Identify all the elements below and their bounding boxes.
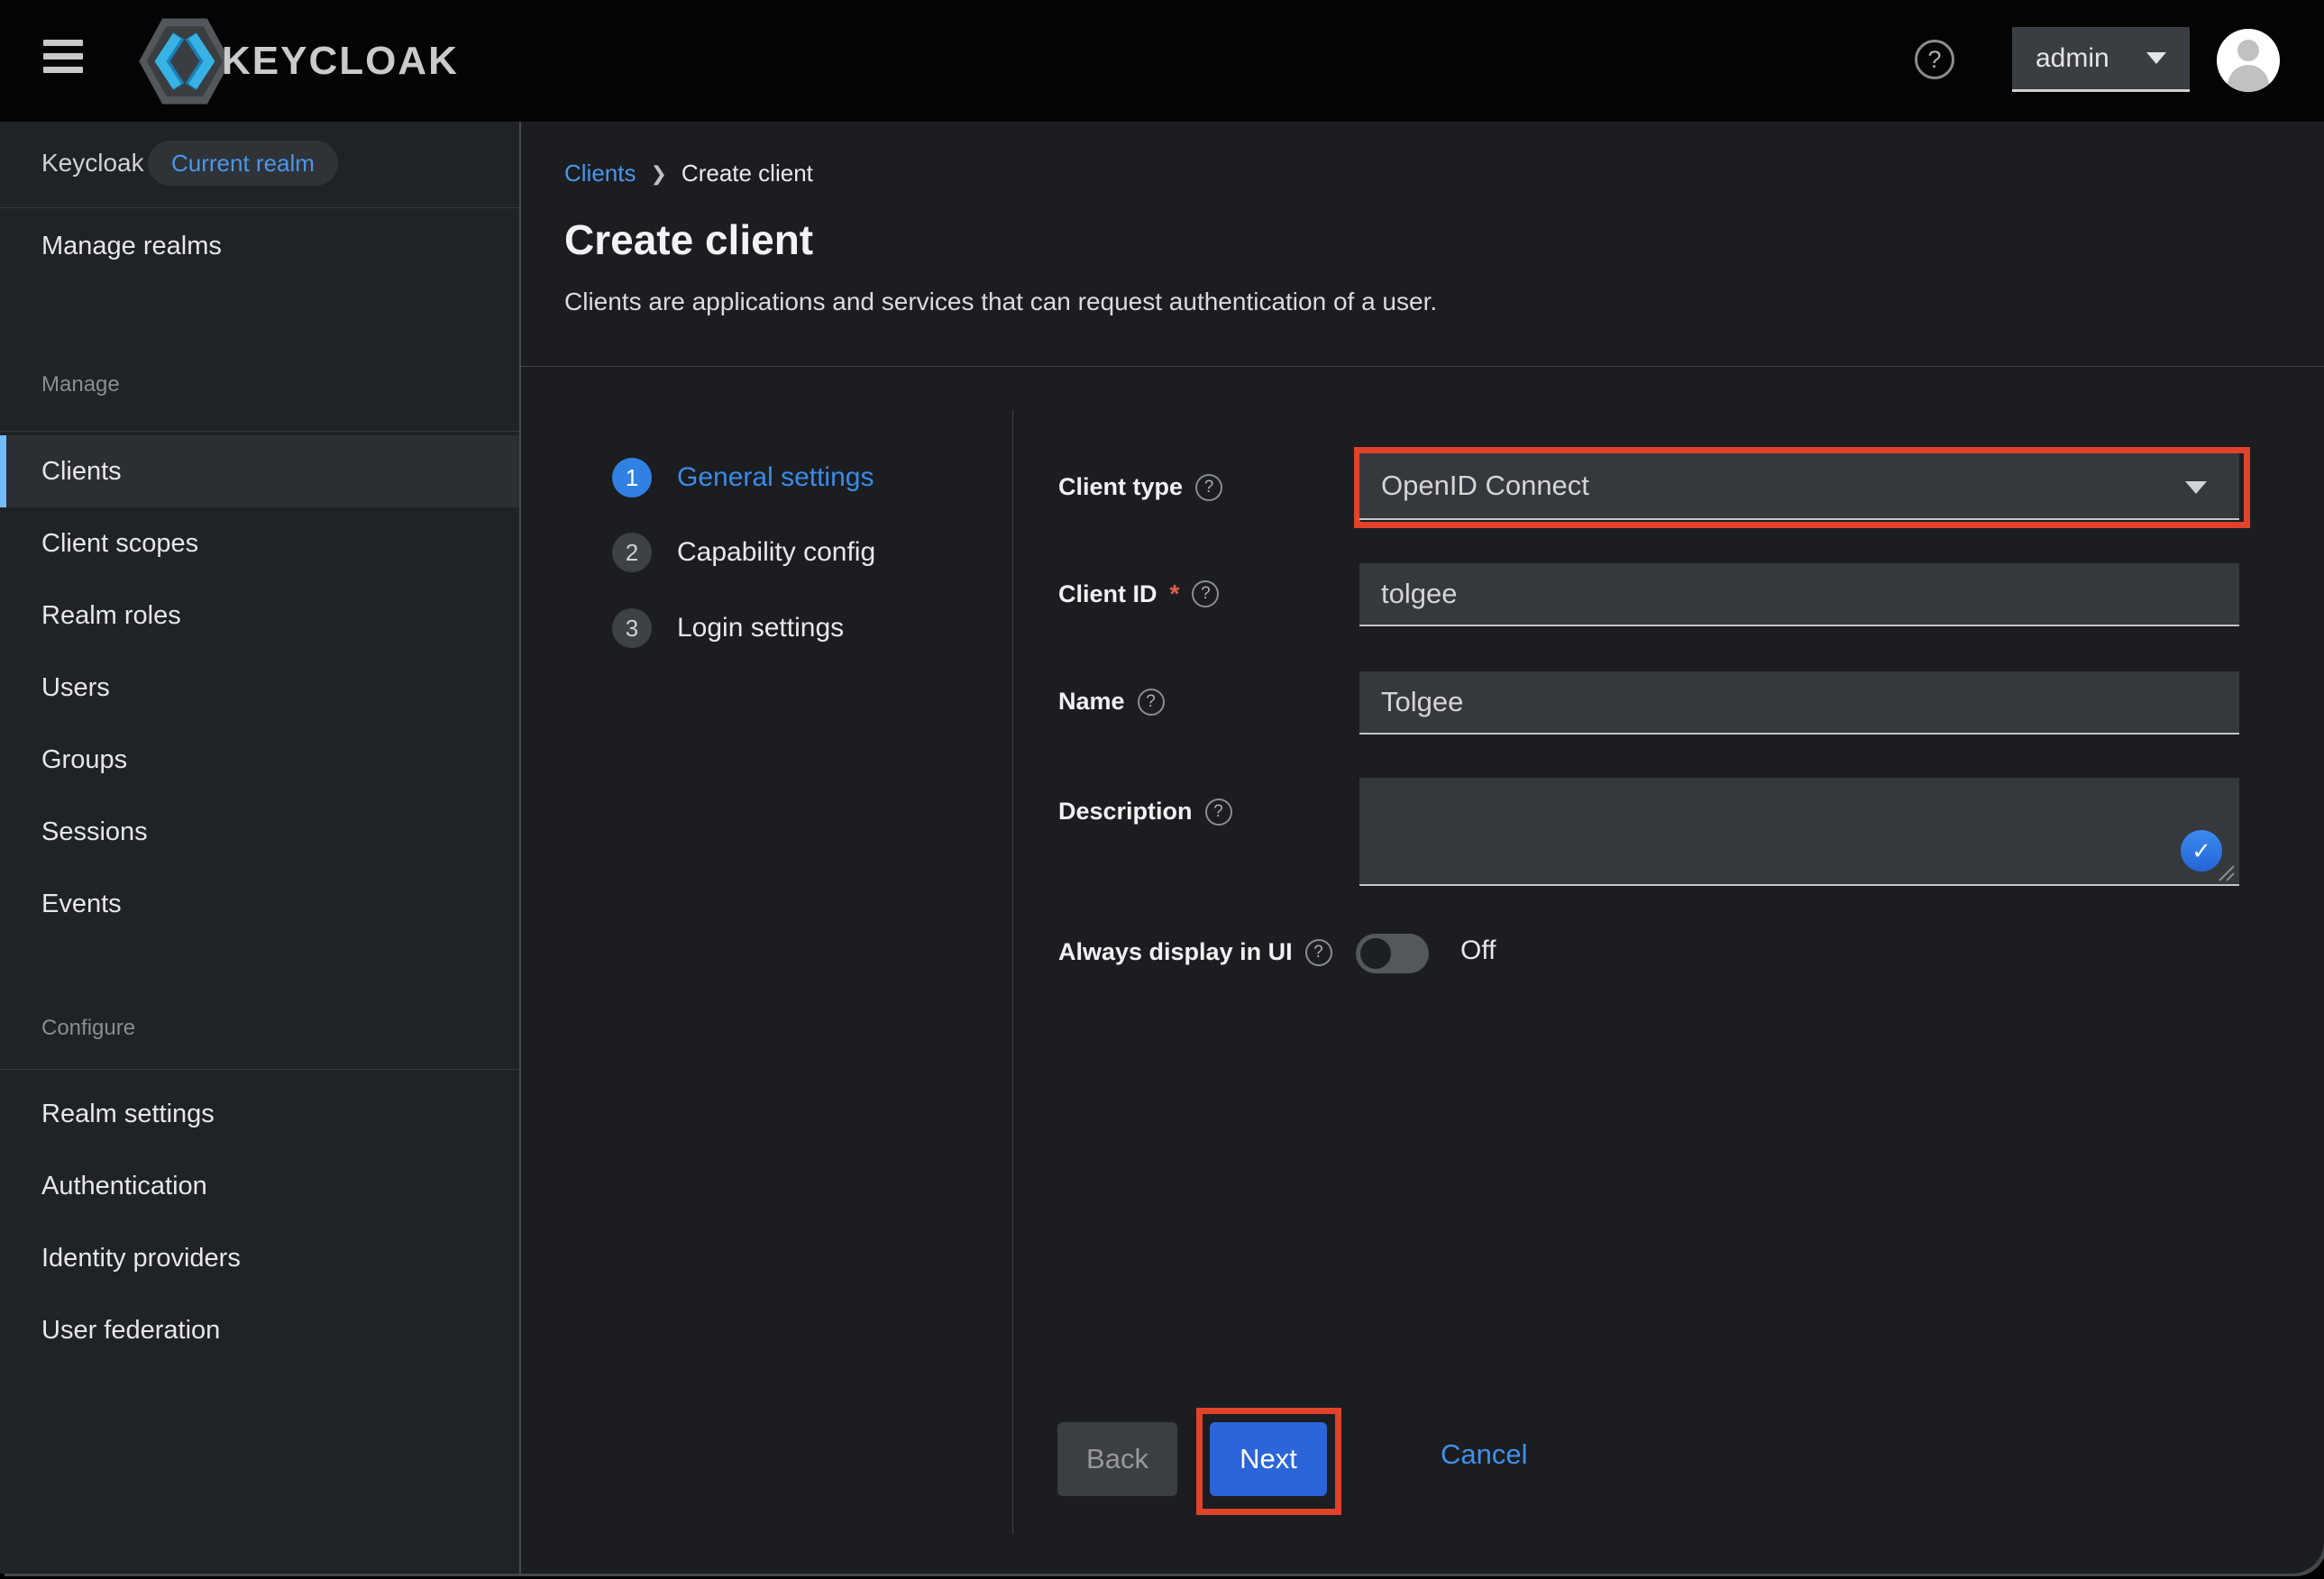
resize-handle-icon[interactable] bbox=[2216, 863, 2236, 882]
step-label: Login settings bbox=[677, 613, 844, 643]
help-icon[interactable]: ? bbox=[1305, 939, 1332, 966]
avatar[interactable] bbox=[2217, 29, 2280, 92]
sidebar-item-user-federation[interactable]: User federation bbox=[0, 1294, 519, 1366]
sidebar: Keycloak Current realm Manage realms Man… bbox=[0, 122, 521, 1574]
realm-name: Keycloak bbox=[41, 149, 144, 178]
required-asterisk: * bbox=[1170, 580, 1180, 608]
sidebar-item-groups[interactable]: Groups bbox=[0, 724, 519, 796]
description-textarea[interactable] bbox=[1359, 778, 2239, 886]
sidebar-item-identity-providers[interactable]: Identity providers bbox=[0, 1222, 519, 1294]
keycloak-logo: KEYCLOAK bbox=[135, 13, 459, 110]
user-menu-dropdown[interactable]: admin bbox=[2012, 27, 2190, 92]
toggle-knob bbox=[1360, 938, 1391, 969]
masthead: KEYCLOAK ? admin bbox=[0, 0, 2324, 122]
toggle-state-text: Off bbox=[1460, 936, 1496, 966]
client-type-select[interactable]: OpenID Connect bbox=[1359, 453, 2239, 520]
wizard-step-login-settings[interactable]: 3 Login settings bbox=[612, 608, 844, 648]
help-icon[interactable]: ? bbox=[1915, 40, 1954, 79]
help-icon[interactable]: ? bbox=[1138, 689, 1165, 716]
next-button[interactable]: Next bbox=[1210, 1422, 1327, 1496]
sidebar-item-realm-roles[interactable]: Realm roles bbox=[0, 580, 519, 652]
step-number: 3 bbox=[612, 608, 652, 648]
nav-group-manage: Manage bbox=[41, 372, 120, 397]
wizard-step-general-settings[interactable]: 1 General settings bbox=[612, 458, 874, 497]
always-display-label: Always display in UI ? bbox=[1058, 938, 1332, 966]
user-menu-label: admin bbox=[2036, 43, 2109, 74]
breadcrumb-current: Create client bbox=[682, 160, 813, 187]
breadcrumb: Clients ❯ Create client bbox=[564, 160, 813, 187]
sidebar-item-client-scopes[interactable]: Client scopes bbox=[0, 507, 519, 580]
sidebar-item-sessions[interactable]: Sessions bbox=[0, 796, 519, 868]
sidebar-item-manage-realms[interactable]: Manage realms bbox=[0, 208, 519, 284]
hamburger-menu-icon[interactable] bbox=[43, 40, 83, 74]
caret-down-icon bbox=[2146, 52, 2166, 64]
name-label: Name ? bbox=[1058, 688, 1165, 716]
current-realm-badge[interactable]: Current realm bbox=[148, 141, 338, 186]
step-number: 2 bbox=[612, 533, 652, 572]
main-content: Clients ❯ Create client Create client Cl… bbox=[521, 122, 2324, 1574]
app-window: KEYCLOAK ? admin Keycloak Current realm … bbox=[0, 0, 2324, 1574]
divider bbox=[1012, 410, 1013, 1534]
page-subtitle: Clients are applications and services th… bbox=[564, 288, 1437, 316]
client-type-label: Client type ? bbox=[1058, 473, 1222, 501]
realm-switcher: Keycloak Current realm bbox=[0, 122, 519, 208]
always-display-toggle[interactable] bbox=[1356, 934, 1429, 973]
back-button[interactable]: Back bbox=[1057, 1422, 1177, 1496]
keycloak-logo-icon bbox=[135, 13, 234, 110]
breadcrumb-clients-link[interactable]: Clients bbox=[564, 160, 636, 187]
sidebar-item-authentication[interactable]: Authentication bbox=[0, 1150, 519, 1222]
description-label: Description ? bbox=[1058, 798, 1232, 826]
cancel-link[interactable]: Cancel bbox=[1441, 1438, 1528, 1471]
sidebar-item-clients[interactable]: Clients bbox=[0, 435, 519, 507]
chevron-right-icon: ❯ bbox=[650, 162, 666, 186]
sidebar-item-events[interactable]: Events bbox=[0, 868, 519, 940]
name-input[interactable] bbox=[1359, 671, 2239, 735]
step-label: General settings bbox=[677, 462, 874, 493]
page-title: Create client bbox=[564, 215, 813, 264]
help-icon[interactable]: ? bbox=[1205, 799, 1232, 826]
caret-down-icon bbox=[2185, 481, 2207, 494]
nav-group-configure: Configure bbox=[41, 1016, 135, 1041]
sidebar-item-users[interactable]: Users bbox=[0, 652, 519, 724]
help-icon[interactable]: ? bbox=[1195, 474, 1222, 501]
divider bbox=[0, 431, 519, 432]
divider bbox=[521, 366, 2324, 367]
help-icon[interactable]: ? bbox=[1192, 580, 1219, 607]
brand-text: KEYCLOAK bbox=[222, 39, 459, 84]
sidebar-item-realm-settings[interactable]: Realm settings bbox=[0, 1078, 519, 1150]
wizard-step-capability-config[interactable]: 2 Capability config bbox=[612, 533, 875, 572]
step-label: Capability config bbox=[677, 537, 875, 568]
divider bbox=[0, 1069, 519, 1070]
step-number: 1 bbox=[612, 458, 652, 497]
client-type-value: OpenID Connect bbox=[1381, 470, 1589, 502]
client-id-label: Client ID * ? bbox=[1058, 580, 1219, 608]
client-id-input[interactable] bbox=[1359, 563, 2239, 626]
